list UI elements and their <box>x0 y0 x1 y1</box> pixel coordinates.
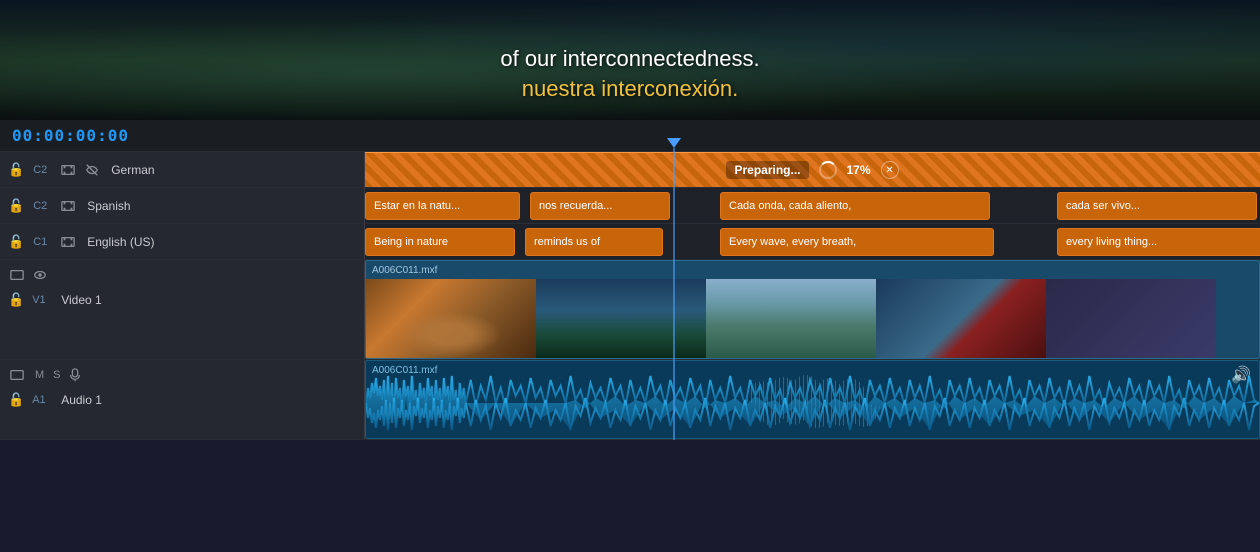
video-thumbnails <box>366 279 1259 358</box>
track-label-spanish: Spanish <box>87 199 130 213</box>
preparing-pct: 17% <box>847 163 871 177</box>
eye-icon-video1[interactable] <box>31 266 49 284</box>
film-icon-german <box>59 161 77 179</box>
video-track-top-row <box>8 266 356 284</box>
eye-off-icon-german[interactable] <box>83 161 101 179</box>
track-content-audio1[interactable]: A006C011.mxf 🔊 // Inline SVG content gen… <box>365 360 1260 439</box>
audio-track-label-row: 🔓 A1 Audio 1 <box>8 392 356 408</box>
track-label-german: German <box>111 163 154 177</box>
lock-icon-german[interactable]: 🔓 <box>8 162 24 178</box>
solo-label[interactable]: S <box>53 369 60 381</box>
track-content-german[interactable]: Preparing... 17% ✕ <box>365 152 1260 187</box>
video-clip-a006c011[interactable]: A006C011.mxf <box>365 260 1260 359</box>
playhead-triangle <box>667 138 681 148</box>
track-num-audio1: A1 <box>32 394 52 406</box>
audio-clip-label: A006C011.mxf <box>372 365 437 376</box>
lock-icon-audio1[interactable]: 🔓 <box>8 392 24 408</box>
track-num-english: C1 <box>33 236 53 248</box>
caption-clip-spanish-4[interactable]: cada ser vivo... <box>1057 192 1257 220</box>
caption-clip-spanish-2[interactable]: nos recuerda... <box>530 192 670 220</box>
caption-clip-english-4[interactable]: every living thing... <box>1057 228 1260 256</box>
mic-icon-audio1[interactable] <box>66 366 84 384</box>
video-clip-label: A006C011.mxf <box>372 265 437 276</box>
mute-label[interactable]: M <box>35 369 44 381</box>
track-english: 🔓 C1 English (US) Being in nature remind… <box>0 224 1260 260</box>
lock-icon-english[interactable]: 🔓 <box>8 234 24 250</box>
timeline: 00:00:00:00 🔓 C2 German Preparing... 17%… <box>0 120 1260 440</box>
film-icon-spanish <box>59 197 77 215</box>
track-german: 🔓 C2 German Preparing... 17% ✕ <box>0 152 1260 188</box>
waveform-bars <box>366 368 1259 438</box>
track-content-spanish[interactable]: Estar en la natu... nos recuerda... Cada… <box>365 188 1260 223</box>
track-num-video1: V1 <box>32 294 52 306</box>
track-controls-english: 🔓 C1 English (US) <box>0 224 365 259</box>
audio-track-top-row: M S <box>8 366 356 384</box>
filmstrip-icon-audio1 <box>8 366 26 384</box>
thumb-forest <box>536 279 706 358</box>
track-video1: 🔓 V1 Video 1 A006C011.mxf <box>0 260 1260 360</box>
track-controls-video1: 🔓 V1 Video 1 <box>0 260 365 359</box>
subtitle-spanish: nuestra interconexión. <box>0 76 1260 102</box>
thumb-person <box>366 279 536 358</box>
subtitle-english: of our interconnectedness. <box>0 46 1260 72</box>
timecode-bar: 00:00:00:00 <box>0 120 1260 152</box>
track-num-spanish: C2 <box>33 200 53 212</box>
timecode-display: 00:00:00:00 <box>12 126 129 145</box>
preparing-text: Preparing... <box>726 161 808 179</box>
caption-clip-spanish-1[interactable]: Estar en la natu... <box>365 192 520 220</box>
track-controls-spanish: 🔓 C2 Spanish <box>0 188 365 223</box>
filmstrip-icon-video1 <box>8 266 26 284</box>
lock-icon-spanish[interactable]: 🔓 <box>8 198 24 214</box>
track-label-video1: Video 1 <box>61 293 101 307</box>
preparing-bar: Preparing... 17% ✕ <box>365 152 1260 187</box>
video-preview: of our interconnectedness. nuestra inter… <box>0 0 1260 120</box>
preparing-spinner <box>819 161 837 179</box>
caption-clip-english-3[interactable]: Every wave, every breath, <box>720 228 994 256</box>
track-content-english[interactable]: Being in nature reminds us of Every wave… <box>365 224 1260 259</box>
thumb-canoe <box>876 279 1046 358</box>
track-label-english: English (US) <box>87 235 154 249</box>
lock-icon-video1[interactable]: 🔓 <box>8 292 24 308</box>
caption-clip-spanish-3[interactable]: Cada onda, cada aliento, <box>720 192 990 220</box>
thumb-extra1 <box>1046 279 1216 358</box>
caption-clip-english-1[interactable]: Being in nature <box>365 228 515 256</box>
audio-clip-a006c011[interactable]: A006C011.mxf 🔊 // Inline SVG content gen… <box>365 360 1260 439</box>
track-controls-audio1: M S 🔓 A1 Audio 1 <box>0 360 365 439</box>
track-num-german: C2 <box>33 164 53 176</box>
caption-clip-english-2[interactable]: reminds us of <box>525 228 663 256</box>
track-spanish: 🔓 C2 Spanish Estar en la natu... nos rec… <box>0 188 1260 224</box>
track-label-audio1: Audio 1 <box>61 393 102 407</box>
track-audio1: M S 🔓 A1 Audio 1 A006C011.mxf 🔊 <box>0 360 1260 440</box>
track-controls-german: 🔓 C2 German <box>0 152 365 187</box>
film-icon-english <box>59 233 77 251</box>
video-track-label-row: 🔓 V1 Video 1 <box>8 292 356 308</box>
subtitle-container: of our interconnectedness. nuestra inter… <box>0 46 1260 102</box>
track-content-video1[interactable]: A006C011.mxf <box>365 260 1260 359</box>
preparing-close-button[interactable]: ✕ <box>881 161 899 179</box>
thumb-kayak <box>706 279 876 358</box>
